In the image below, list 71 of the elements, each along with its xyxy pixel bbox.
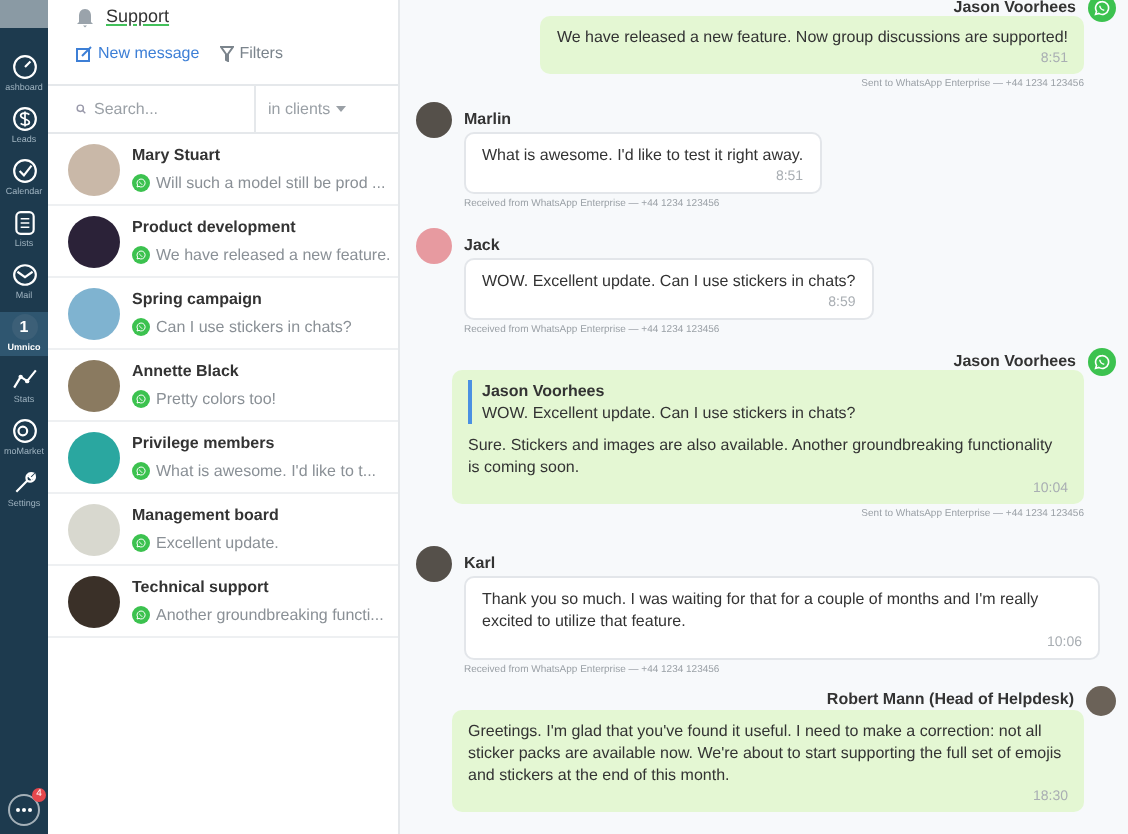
chat-preview: What is awesome. I'd like to t... (156, 459, 377, 483)
chat-name: Management board (132, 503, 279, 527)
bell-icon[interactable] (76, 7, 94, 28)
chat-list-item[interactable]: Spring campaign Can I use stickers in chats? (48, 278, 398, 350)
whatsapp-icon (132, 534, 150, 552)
whatsapp-icon (132, 318, 150, 336)
whatsapp-icon (132, 390, 150, 408)
chat-list-item[interactable]: Product development We have released a new feature. (48, 206, 398, 278)
line-chart-icon (11, 366, 37, 392)
envelope-icon (11, 262, 37, 288)
chat-list-item[interactable]: Privilege members What is awesome. I'd like to t... (48, 422, 398, 494)
gauge-icon (11, 54, 37, 80)
message-text: Sure. Stickers and images are also available. Another groundbreaking functionality is coming soon. (468, 433, 1055, 477)
chat-preview: Another groundbreaking functi... (156, 603, 384, 627)
chat-list-item[interactable]: Mary Stuart Will such a model still be prod ... (48, 134, 398, 206)
avatar-placeholder (68, 143, 120, 195)
chat-preview: We have released a new feature. (156, 243, 391, 267)
filter-icon (219, 45, 234, 61)
chat-preview: Pretty colors too! (156, 387, 277, 411)
message-text: We have released a new feature. Now group discussions are supported! (556, 26, 1068, 48)
avatar-placeholder (68, 287, 120, 339)
search-icon (76, 102, 86, 116)
sender-name: Robert Mann (Head of Helpdesk) (826, 688, 1074, 712)
message-text: Greetings. I'm glad that you've found it useful. I need to make a correction: not all sticker packs are available now. We're about to start supporting the full set of emojis and stickers at the end of this month. (468, 719, 1064, 785)
avatar-placeholder (416, 101, 452, 137)
avatar-placeholder (416, 228, 452, 264)
edit-icon (76, 45, 92, 61)
chat-list-item[interactable]: Annette Black Pretty colors too! (48, 350, 398, 422)
new-message-button[interactable]: New message (76, 41, 200, 65)
caret-icon (336, 106, 347, 112)
sender-name: Karl (464, 552, 496, 576)
chat-name: Privilege members (132, 431, 277, 455)
filters-button[interactable]: Filters (219, 41, 283, 65)
avatar-placeholder (416, 546, 452, 582)
sender-name: Jason Voorhees (953, 349, 1076, 373)
whatsapp-icon (132, 462, 150, 480)
chat-name: Spring campaign (132, 287, 264, 311)
quote-text: WOW. Excellent update. Can I use stickers in chats? (482, 401, 858, 423)
chat-list-item[interactable]: Management board Excellent update. (48, 494, 398, 566)
avatar-placeholder (68, 503, 120, 555)
search-field[interactable]: Search... (94, 97, 254, 121)
dollar-icon (11, 106, 37, 132)
chat-name: Annette Black (132, 359, 241, 383)
quote-sender: Jason Voorhees (482, 379, 607, 401)
message-text: Thank you so much. I was waiting for that for a couple of months and I'm really excited to utilize that feature. (482, 588, 1041, 632)
avatar-placeholder (68, 215, 120, 267)
checkmark-icon (11, 158, 37, 184)
avatar-placeholder (68, 359, 120, 411)
avatar-placeholder (68, 431, 120, 483)
ring-icon (11, 418, 37, 444)
sender-name: Jason Voorhees (953, 0, 1076, 20)
chat-preview: Can I use stickers in chats? (156, 315, 352, 339)
sender-name: Jack (464, 234, 500, 258)
chat-preview: Excellent update. (156, 531, 279, 555)
channel-title[interactable]: Support (106, 4, 170, 31)
chat-name: Product development (132, 215, 298, 239)
chat-name: Mary Stuart (132, 143, 223, 167)
whatsapp-icon (132, 606, 150, 624)
count-badge: 1 (11, 314, 37, 340)
message-text: WOW. Excellent update. Can I use stickers in chats? (482, 270, 856, 292)
whatsapp-icon (132, 174, 150, 192)
chat-name: Technical support (132, 575, 271, 599)
wrench-icon (11, 470, 37, 496)
chat-list-item[interactable]: Technical support Another groundbreaking functi... (48, 566, 398, 638)
message-text: What is awesome. I'd like to test it right away. (482, 143, 804, 165)
avatar-placeholder (68, 575, 120, 627)
chat-preview: Will such a model still be prod ... (156, 171, 386, 195)
whatsapp-icon (132, 246, 150, 264)
sender-name: Marlin (464, 107, 512, 131)
list-icon (11, 210, 37, 236)
photo-placeholder (0, 0, 48, 28)
